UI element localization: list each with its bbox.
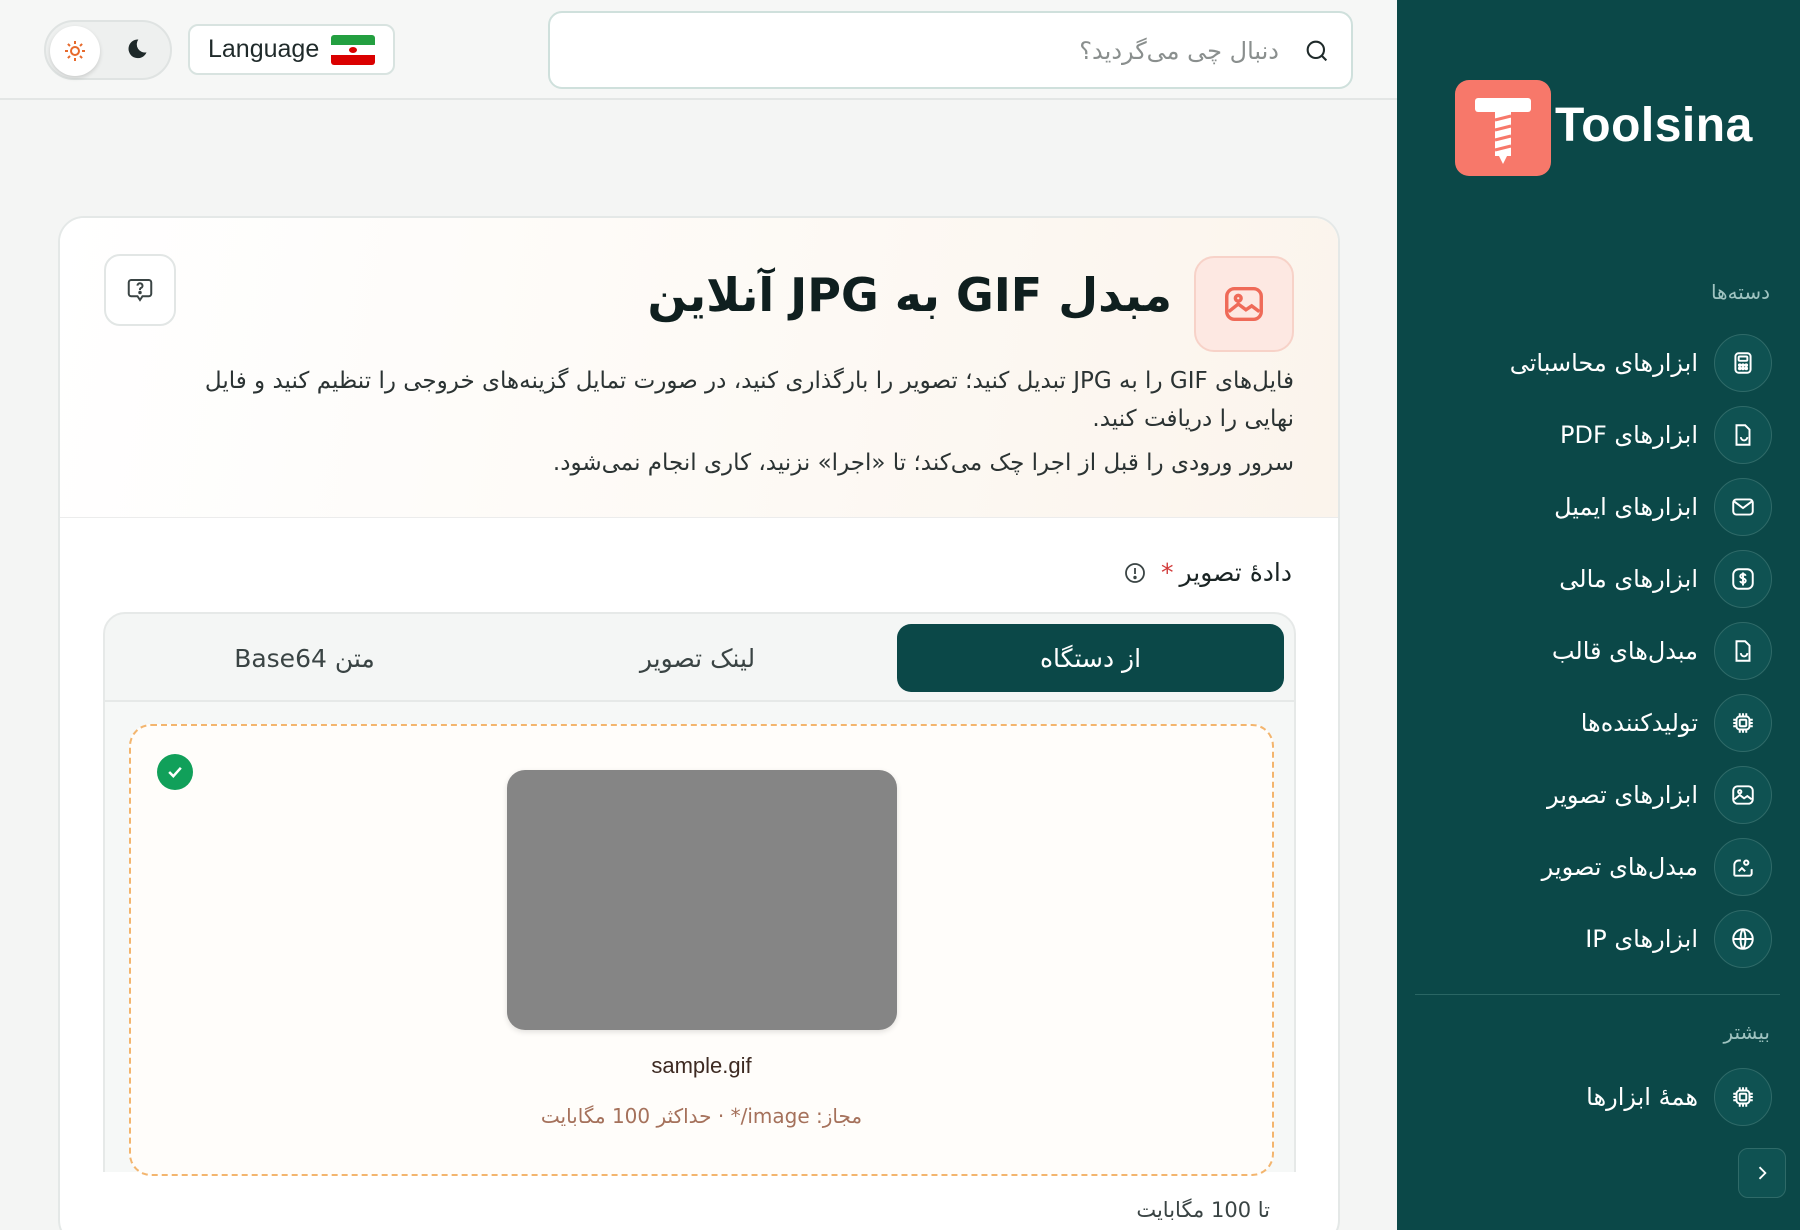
sidebar-item-email[interactable]: ابزارهای ایمیل — [1432, 477, 1772, 537]
sidebar-item-label: ابزارهای محاسباتی — [1509, 349, 1698, 377]
sidebar-item-image-tools[interactable]: ابزارهای تصویر — [1432, 765, 1772, 825]
input-source-tabs: از دستگاه لینک تصویر متن Base64 — [103, 612, 1296, 702]
iran-flag-icon — [331, 34, 375, 65]
sidebar-item-label: ابزارهای IP — [1585, 925, 1698, 953]
sidebar-divider — [1415, 994, 1780, 995]
sidebar: Toolsina دسته‌ها ابزارهای محاسباتی ابزار… — [1397, 0, 1800, 1230]
sidebar-item-label: ابزارهای مالی — [1559, 565, 1698, 593]
image-data-label: دادهٔ تصویر * — [1123, 558, 1292, 587]
sidebar-item-generators[interactable]: تولیدکننده‌ها — [1432, 693, 1772, 753]
sidebar-item-label: همهٔ ابزارها — [1586, 1083, 1698, 1111]
sun-icon[interactable] — [50, 26, 100, 76]
calculator-icon — [1714, 334, 1772, 392]
check-icon — [157, 754, 193, 790]
question-chat-icon — [127, 279, 153, 302]
tab-image-link[interactable]: لینک تصویر — [504, 624, 891, 692]
globe-icon — [1714, 910, 1772, 968]
topbar: Language — [0, 0, 1397, 100]
search-input[interactable] — [679, 31, 1279, 71]
chip-icon — [1714, 694, 1772, 752]
sidebar-item-label: مبدل‌های قالب — [1551, 637, 1698, 665]
help-button[interactable] — [104, 254, 176, 326]
language-button[interactable]: Language — [188, 24, 395, 75]
tool-header: مبدل GIF به JPG آنلاین فایل‌های GIF را ب… — [60, 218, 1338, 518]
brand-name: Toolsina — [1555, 99, 1753, 152]
chevron-right-icon — [1758, 1166, 1767, 1180]
size-limit: تا 100 مگابایت — [1136, 1198, 1270, 1222]
chip-icon — [1714, 1068, 1772, 1126]
upload-area: sample.gif مجاز: image/* · حداکثر 100 مگ… — [103, 702, 1296, 1176]
image-convert-icon — [1714, 838, 1772, 896]
page-title: مبدل GIF به JPG آنلاین — [647, 268, 1172, 322]
sidebar-item-image-converters[interactable]: مبدل‌های تصویر — [1432, 837, 1772, 897]
info-icon[interactable] — [1123, 561, 1147, 585]
file-convert-icon — [1714, 622, 1772, 680]
tool-card: مبدل GIF به JPG آنلاین فایل‌های GIF را ب… — [58, 216, 1340, 1230]
sidebar-item-calculators[interactable]: ابزارهای محاسباتی — [1432, 333, 1772, 393]
toolsina-logo-icon — [1455, 80, 1551, 176]
image-preview — [507, 770, 897, 1030]
image-icon — [1714, 766, 1772, 824]
sidebar-item-label: ابزارهای تصویر — [1546, 781, 1698, 809]
allowed-types: مجاز: image/* · حداکثر 100 مگابایت — [540, 1104, 863, 1128]
search-icon — [1306, 40, 1328, 62]
theme-toggle[interactable] — [44, 20, 172, 80]
sidebar-item-finance[interactable]: ابزارهای مالی — [1432, 549, 1772, 609]
required-mark: * — [1160, 558, 1174, 587]
sidebar-item-format-converters[interactable]: مبدل‌های قالب — [1432, 621, 1772, 681]
sidebar-item-all-tools[interactable]: همهٔ ابزارها — [1432, 1067, 1772, 1127]
field-label-text: دادهٔ تصویر — [1179, 558, 1292, 587]
moon-icon[interactable] — [122, 36, 150, 68]
brand-logo[interactable]: Toolsina — [1455, 80, 1752, 178]
pdf-file-icon — [1714, 406, 1772, 464]
page-note: سرور ورودی را قبل از اجرا چک می‌کند؛ تا … — [552, 450, 1294, 476]
page-description: فایل‌های GIF را به JPG تبدیل کنید؛ تصویر… — [204, 368, 1294, 432]
tab-from-device[interactable]: از دستگاه — [897, 624, 1284, 692]
language-label: Language — [208, 35, 320, 63]
image-icon — [1194, 256, 1294, 352]
sidebar-item-ip-tools[interactable]: ابزارهای IP — [1432, 909, 1772, 969]
file-dropzone[interactable]: sample.gif مجاز: image/* · حداکثر 100 مگ… — [129, 724, 1274, 1176]
categories-heading: دسته‌ها — [1710, 280, 1770, 304]
dollar-icon — [1714, 550, 1772, 608]
mail-icon — [1714, 478, 1772, 536]
sidebar-item-label: مبدل‌های تصویر — [1541, 853, 1698, 881]
more-heading: بیشتر — [1723, 1020, 1770, 1044]
sidebar-item-label: ابزارهای PDF — [1560, 421, 1698, 449]
sidebar-item-label: تولیدکننده‌ها — [1580, 709, 1698, 737]
sidebar-item-label: ابزارهای ایمیل — [1554, 493, 1698, 521]
sidebar-collapse-button[interactable] — [1738, 1148, 1786, 1198]
file-name: sample.gif — [651, 1053, 752, 1078]
tab-base64-text[interactable]: متن Base64 — [111, 624, 498, 692]
sidebar-item-pdf[interactable]: ابزارهای PDF — [1432, 405, 1772, 465]
search-box[interactable] — [548, 11, 1353, 89]
